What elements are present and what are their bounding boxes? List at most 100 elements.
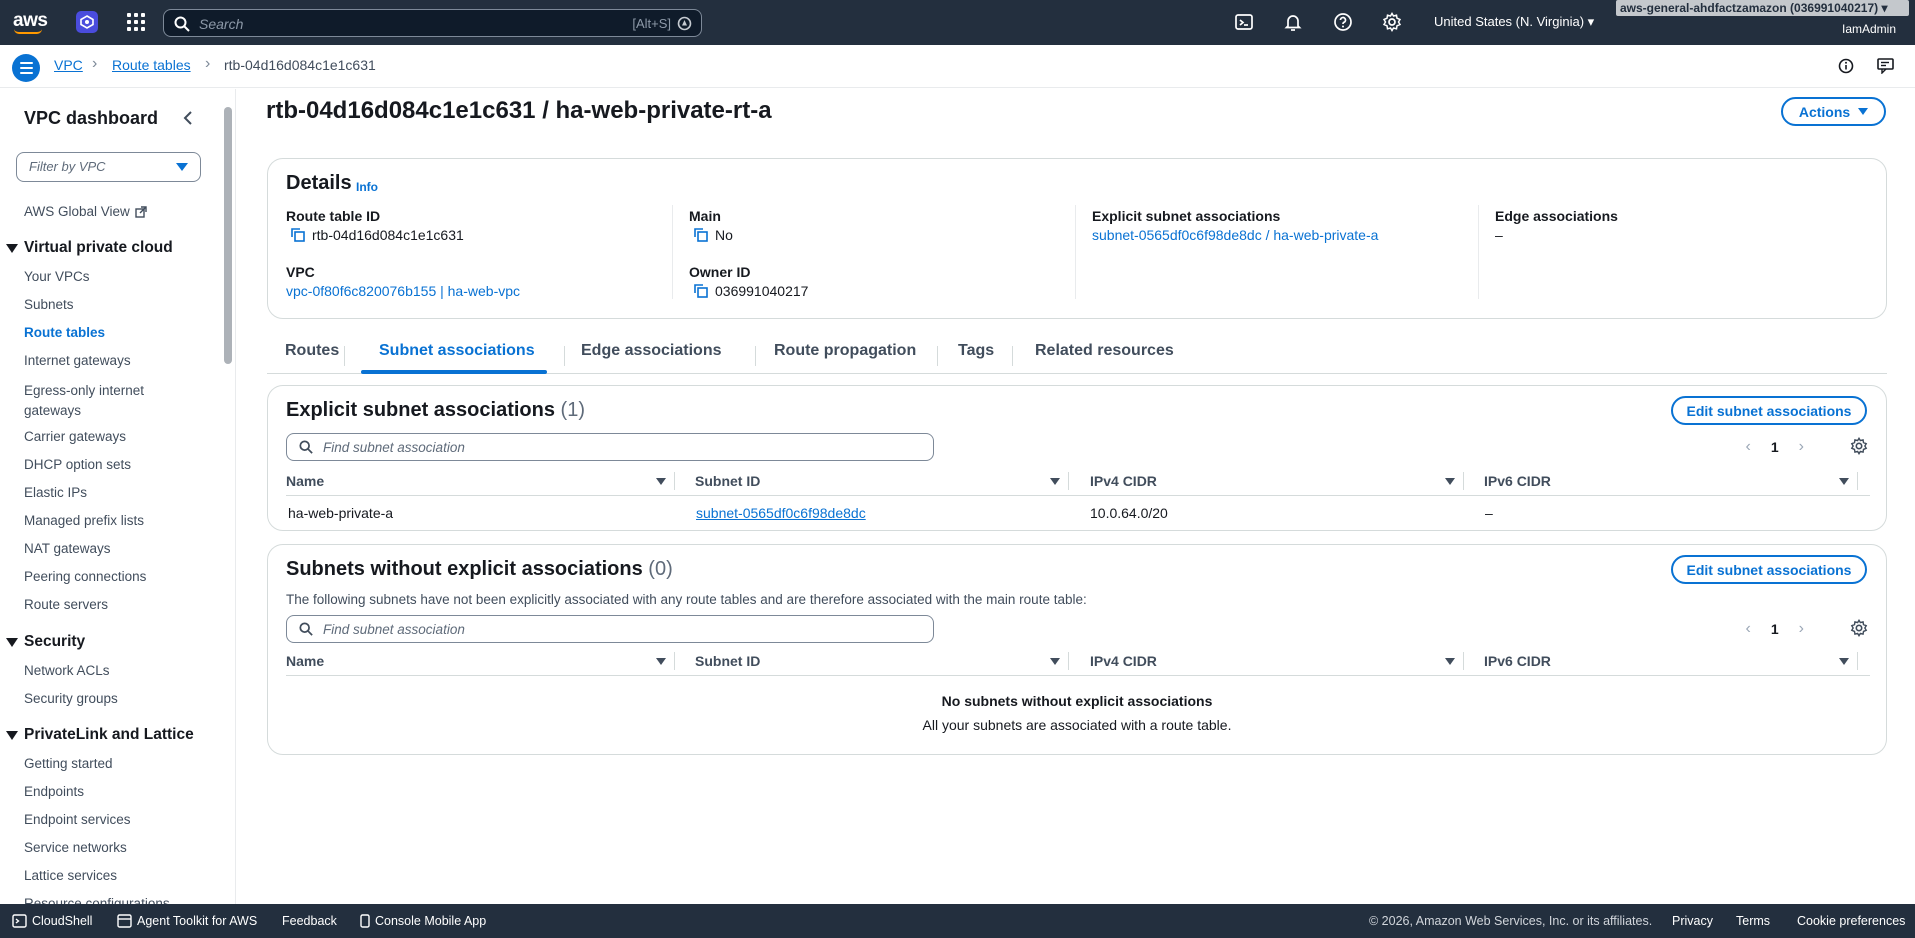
info-link[interactable]: Info <box>356 180 378 194</box>
sidebar-section-security[interactable]: Security <box>6 633 85 651</box>
help-icon[interactable] <box>1333 12 1353 32</box>
column-resizer[interactable] <box>1463 472 1464 490</box>
sidebar-item-dhcp-option-sets[interactable]: DHCP option sets <box>24 457 131 472</box>
sidebar-item-resource-configurations[interactable]: Resource configurations <box>24 896 170 904</box>
next-page-icon[interactable]: › <box>1799 620 1804 638</box>
footer-feedback[interactable]: Feedback <box>282 914 337 928</box>
column-resizer[interactable] <box>1068 472 1069 490</box>
sidebar-item-your-vpcs[interactable]: Your VPCs <box>24 269 90 284</box>
column-header-name[interactable]: Name <box>286 473 324 489</box>
sidebar-item-security-groups[interactable]: Security groups <box>24 691 118 706</box>
settings-gear-icon[interactable] <box>1382 12 1402 32</box>
sidebar-item-endpoint-services[interactable]: Endpoint services <box>24 812 131 827</box>
notifications-bell-icon[interactable] <box>1283 12 1303 32</box>
breadcrumb-route-tables[interactable]: Route tables <box>112 57 191 73</box>
sort-caret-icon[interactable] <box>1839 658 1849 665</box>
sort-caret-icon[interactable] <box>1839 478 1849 485</box>
footer-cloudshell[interactable]: CloudShell <box>12 914 92 928</box>
next-page-icon[interactable]: › <box>1799 438 1804 456</box>
sidebar-item-managed-prefix-lists[interactable]: Managed prefix lists <box>24 513 144 528</box>
sidebar-item-internet-gateways[interactable]: Internet gateways <box>24 353 131 368</box>
vpc-filter-select[interactable]: Filter by VPC <box>16 152 201 182</box>
column-resizer[interactable] <box>1857 652 1858 670</box>
column-header-ipv6-cidr[interactable]: IPv6 CIDR <box>1484 653 1551 669</box>
footer-cookie-preferences[interactable]: Cookie preferences <box>1797 914 1905 928</box>
sort-caret-icon[interactable] <box>656 478 666 485</box>
region-selector[interactable]: United States (N. Virginia) ▾ <box>1434 14 1594 30</box>
collapse-sidenav-icon[interactable] <box>182 111 194 125</box>
tab-subnet-associations[interactable]: Subnet associations <box>379 342 535 360</box>
info-panel-icon[interactable] <box>1838 58 1854 74</box>
sort-caret-icon[interactable] <box>1445 658 1455 665</box>
tab-edge-associations[interactable]: Edge associations <box>581 342 722 360</box>
column-resizer[interactable] <box>1857 472 1858 490</box>
explicit-associations-link[interactable]: subnet-0565df0c6f98de8dc / ha-web-privat… <box>1092 227 1378 243</box>
sidebar-item-endpoints[interactable]: Endpoints <box>24 784 84 799</box>
sidebar-item-route-tables[interactable]: Route tables <box>24 325 105 340</box>
service-favorite-icon[interactable] <box>76 11 98 33</box>
sidebar-item-network-acls[interactable]: Network ACLs <box>24 663 110 678</box>
sidebar-item-nat-gateways[interactable]: NAT gateways <box>24 541 111 556</box>
feedback-panel-icon[interactable] <box>1877 58 1895 74</box>
global-search-input[interactable]: Search [Alt+S] <box>163 9 702 37</box>
footer-mobile-app[interactable]: Console Mobile App <box>360 914 486 928</box>
column-resizer[interactable] <box>674 652 675 670</box>
edit-subnet-associations-button[interactable]: Edit subnet associations <box>1671 396 1867 425</box>
user-name[interactable]: IamAdmin <box>1842 22 1896 36</box>
sidebar-item-route-servers[interactable]: Route servers <box>24 597 108 612</box>
cell-subnet-id-link[interactable]: subnet-0565df0c6f98de8dc <box>696 505 866 521</box>
prev-page-icon[interactable]: ‹ <box>1746 620 1751 638</box>
breadcrumb-vpc[interactable]: VPC <box>54 57 83 73</box>
column-resizer[interactable] <box>1068 652 1069 670</box>
actions-button[interactable]: Actions <box>1781 97 1886 126</box>
sidebar-section-vpc[interactable]: Virtual private cloud <box>6 239 173 257</box>
sidebar-item-carrier-gateways[interactable]: Carrier gateways <box>24 429 126 444</box>
page-number[interactable]: 1 <box>1771 621 1779 637</box>
find-subnet-association-input[interactable]: Find subnet association <box>286 433 934 461</box>
column-resizer[interactable] <box>1463 652 1464 670</box>
footer-privacy[interactable]: Privacy <box>1672 914 1713 928</box>
column-resizer[interactable] <box>674 472 675 490</box>
column-header-ipv4-cidr[interactable]: IPv4 CIDR <box>1090 473 1157 489</box>
tab-related-resources[interactable]: Related resources <box>1035 342 1174 360</box>
services-grid-icon[interactable] <box>127 13 145 31</box>
copy-icon[interactable] <box>693 227 709 243</box>
sidebar-section-privatelink[interactable]: PrivateLink and Lattice <box>6 726 194 744</box>
sidebar-item-peering-connections[interactable]: Peering connections <box>24 569 146 584</box>
column-header-subnet-id[interactable]: Subnet ID <box>695 473 760 489</box>
sidenav-scrollbar[interactable] <box>224 107 232 364</box>
page-number[interactable]: 1 <box>1771 439 1779 455</box>
table-preferences-gear-icon[interactable] <box>1850 619 1868 637</box>
vpc-link[interactable]: vpc-0f80f6c820076b155 | ha-web-vpc <box>286 283 520 299</box>
table-preferences-gear-icon[interactable] <box>1850 437 1868 455</box>
sort-caret-icon[interactable] <box>1050 658 1060 665</box>
cloudshell-icon[interactable] <box>1234 12 1254 32</box>
sidebar-item-subnets[interactable]: Subnets <box>24 297 74 312</box>
column-header-subnet-id[interactable]: Subnet ID <box>695 653 760 669</box>
sidebar-item-global-view[interactable]: AWS Global View <box>24 204 147 219</box>
sort-caret-icon[interactable] <box>1445 478 1455 485</box>
footer-agent-toolkit[interactable]: Agent Toolkit for AWS <box>117 914 257 928</box>
sidebar-item-service-networks[interactable]: Service networks <box>24 840 127 855</box>
sidebar-item-elastic-ips[interactable]: Elastic IPs <box>24 485 87 500</box>
sort-caret-icon[interactable] <box>656 658 666 665</box>
account-menu[interactable]: aws-general-ahdfactzamazon (036991040217… <box>1616 0 1909 16</box>
sidebar-item-lattice-services[interactable]: Lattice services <box>24 868 117 883</box>
tab-route-propagation[interactable]: Route propagation <box>774 342 916 360</box>
copy-icon[interactable] <box>693 283 709 299</box>
tab-tags[interactable]: Tags <box>958 342 994 360</box>
side-menu-toggle-icon[interactable] <box>12 54 40 82</box>
tab-routes[interactable]: Routes <box>285 342 339 360</box>
column-header-name[interactable]: Name <box>286 653 324 669</box>
column-header-ipv4-cidr[interactable]: IPv4 CIDR <box>1090 653 1157 669</box>
sort-caret-icon[interactable] <box>1050 478 1060 485</box>
prev-page-icon[interactable]: ‹ <box>1746 438 1751 456</box>
column-header-ipv6-cidr[interactable]: IPv6 CIDR <box>1484 473 1551 489</box>
footer-terms[interactable]: Terms <box>1736 914 1770 928</box>
edit-subnet-associations-button[interactable]: Edit subnet associations <box>1671 555 1867 584</box>
sidebar-item-getting-started[interactable]: Getting started <box>24 756 113 771</box>
find-subnet-association-input[interactable]: Find subnet association <box>286 615 934 643</box>
sidebar-item-egress-only-gateways[interactable]: Egress-only internet gateways <box>24 381 174 421</box>
copy-icon[interactable] <box>290 227 306 243</box>
sidenav-title[interactable]: VPC dashboard <box>24 108 158 129</box>
